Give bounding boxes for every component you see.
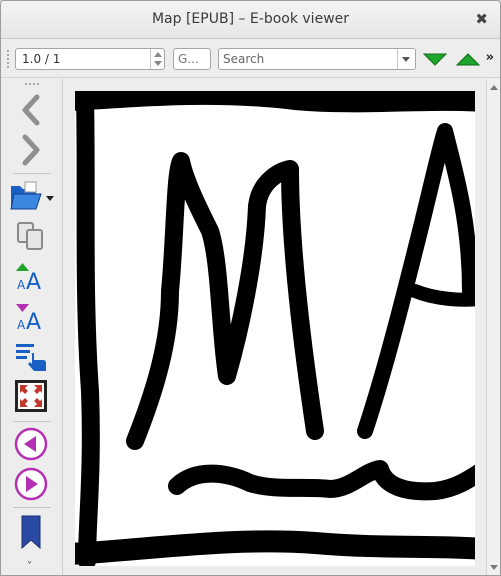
search-combobox[interactable] [218, 48, 416, 70]
fullscreen-icon[interactable] [13, 379, 49, 413]
goto-label: G... [178, 52, 199, 66]
window-title: Map [EPUB] – E-book viewer [151, 11, 350, 27]
ebook-viewer-window: Map [EPUB] – E-book viewer ✖ 1.0 / 1 G..… [0, 0, 501, 576]
copy-icon[interactable] [13, 219, 49, 253]
vertical-scrollbar[interactable] [486, 79, 500, 575]
chevron-down-icon [402, 57, 410, 62]
title-bar: Map [EPUB] – E-book viewer ✖ [1, 1, 500, 39]
svg-text:A: A [26, 310, 41, 333]
action-sidebar: A A A A ˅ [1, 79, 63, 575]
sidebar-overflow-icon[interactable]: ˅ [27, 561, 32, 572]
stepper-down-icon[interactable] [154, 61, 162, 66]
toolbar-grip[interactable] [7, 50, 11, 68]
svg-text:A: A [17, 278, 26, 292]
svg-text:A: A [26, 270, 41, 293]
goto-reference-field[interactable]: G... [173, 48, 211, 70]
close-icon[interactable]: ✖ [475, 10, 488, 28]
find-previous-icon[interactable] [456, 49, 480, 69]
position-value: 1.0 / 1 [22, 52, 61, 66]
previous-page-icon[interactable] [13, 427, 49, 461]
sidebar-separator [13, 421, 51, 422]
stepper-up-icon[interactable] [154, 52, 162, 57]
sidebar-separator [13, 507, 51, 508]
scroll-down-icon[interactable] [490, 565, 498, 570]
book-page[interactable] [75, 91, 475, 566]
sidebar-separator [13, 173, 51, 174]
position-stepper[interactable] [150, 49, 164, 69]
search-input[interactable] [219, 49, 397, 69]
next-page-icon[interactable] [13, 467, 49, 501]
book-viewport [63, 79, 500, 575]
table-of-contents-icon[interactable] [13, 339, 49, 373]
open-folder-icon[interactable] [9, 179, 55, 213]
bookmark-icon[interactable] [13, 515, 49, 549]
sidebar-grip[interactable] [25, 83, 39, 87]
font-smaller-icon[interactable]: A A [13, 299, 49, 333]
handwritten-map-drawing [75, 91, 475, 566]
forward-arrow-icon[interactable] [13, 133, 49, 167]
toolbar-overflow-icon[interactable]: » [486, 50, 494, 65]
top-toolbar: 1.0 / 1 G... » [1, 40, 500, 78]
scroll-up-icon[interactable] [490, 85, 498, 90]
search-dropdown-button[interactable] [397, 49, 415, 69]
svg-text:A: A [17, 318, 26, 332]
find-next-icon[interactable] [423, 49, 447, 69]
back-arrow-icon[interactable] [13, 93, 49, 127]
font-larger-icon[interactable]: A A [13, 259, 49, 293]
position-spinbox[interactable]: 1.0 / 1 [15, 48, 165, 70]
